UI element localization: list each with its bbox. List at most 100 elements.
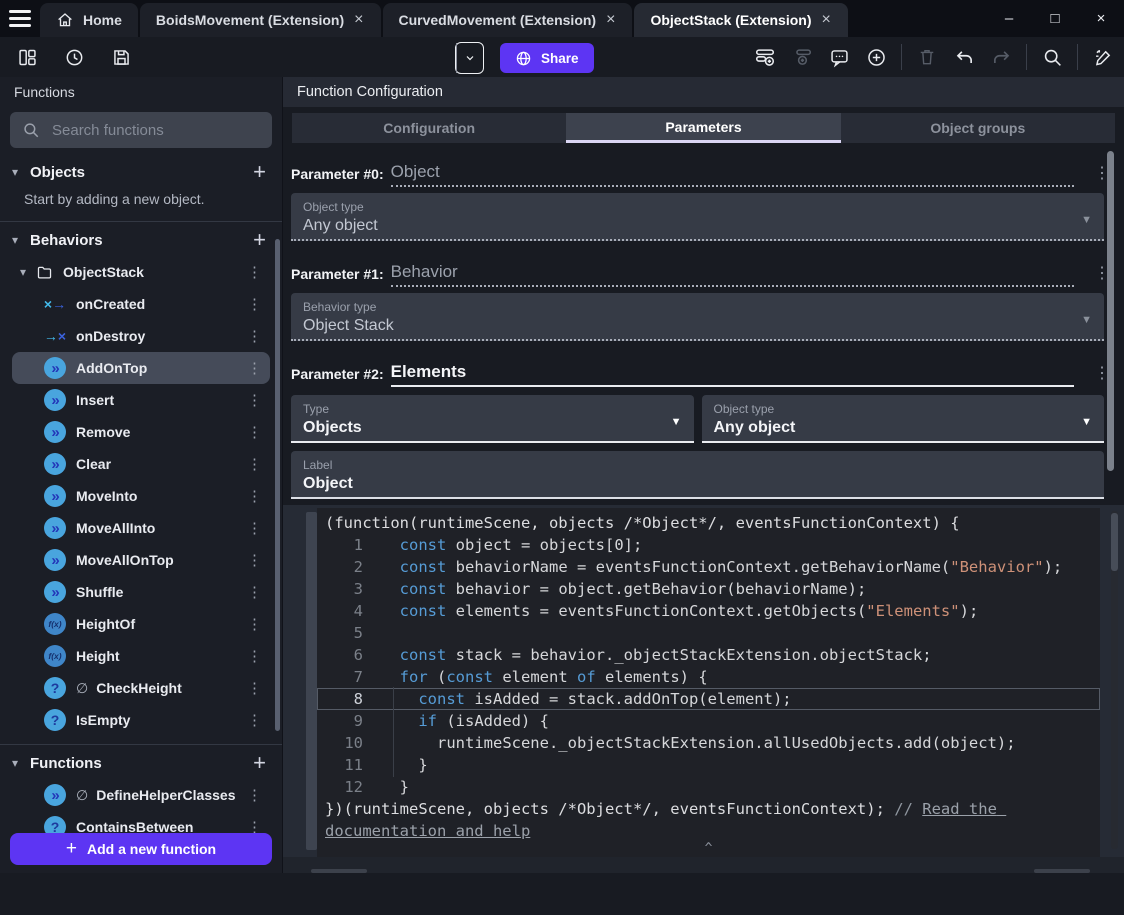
behaviors-expander-icon[interactable]: ▾ (8, 233, 22, 247)
add-object-button[interactable]: + (253, 161, 266, 183)
save-icon[interactable] (106, 42, 136, 72)
tree-item-objectstack[interactable]: ▾ ObjectStack ⋮ (12, 256, 270, 288)
undo-icon[interactable] (949, 42, 979, 72)
tab-boidsmovement-extension[interactable]: BoidsMovement (Extension) × (139, 3, 381, 37)
tree-item-height[interactable]: f(x) Height ⋮ (12, 640, 270, 672)
parameter-2-objecttype-select[interactable]: Object type Any object ▼ (701, 395, 1104, 443)
editor-scrollbar-thumb[interactable] (1111, 513, 1118, 571)
item-menu-icon[interactable]: ⋮ (247, 391, 262, 409)
code-line-8[interactable]: 8 const isAdded = stack.addOnTop(element… (317, 687, 1100, 711)
panels-layout-icon[interactable] (12, 42, 42, 72)
item-menu-icon[interactable]: ⋮ (247, 327, 262, 345)
collapse-editor-handle[interactable]: ^ (317, 842, 1100, 857)
parameter-2-type-select[interactable]: Type Objects ▼ (291, 395, 694, 443)
code-line-3[interactable]: 3 const behavior = object.getBehavior(be… (317, 578, 1100, 600)
tree-item-moveallinto[interactable]: » MoveAllInto ⋮ (12, 512, 270, 544)
item-menu-icon[interactable]: ⋮ (247, 711, 262, 729)
code-line-9[interactable]: 9 if (isAdded) { (317, 709, 1100, 733)
tree-item-definehelperclasses[interactable]: » ∅ DefineHelperClasses ⋮ (12, 779, 270, 811)
tree-item-insert[interactable]: » Insert ⋮ (12, 384, 270, 416)
code-line-4[interactable]: 4 const elements = eventsFunctionContext… (317, 600, 1100, 622)
redo-icon[interactable] (986, 42, 1016, 72)
code-line-11[interactable]: 11 } (317, 753, 1100, 777)
code-line-2[interactable]: 2 const behaviorName = eventsFunctionCon… (317, 556, 1100, 578)
preview-dropdown-button[interactable] (456, 43, 483, 73)
functions-expander-icon[interactable]: ▾ (8, 756, 22, 770)
objects-expander-icon[interactable]: ▾ (8, 165, 22, 179)
tree-item-clear[interactable]: » Clear ⋮ (12, 448, 270, 480)
preview-button[interactable]: Preview (455, 42, 1124, 915)
tree-item-shuffle[interactable]: » Shuffle ⋮ (12, 576, 270, 608)
share-button[interactable]: Share (500, 43, 594, 73)
code-line-10[interactable]: 10 runtimeScene._objectStackExtension.al… (317, 731, 1100, 755)
tree-item-oncreated[interactable]: × → onCreated ⋮ (12, 288, 270, 320)
delete-icon[interactable] (912, 42, 942, 72)
code-line-6[interactable]: 6 const stack = behavior._objectStackExt… (317, 644, 1100, 666)
tab-curvedmovement-extension[interactable]: CurvedMovement (Extension) × (382, 3, 633, 37)
expander-icon[interactable]: ▾ (16, 265, 30, 279)
maximize-button[interactable]: □ (1032, 0, 1078, 37)
item-menu-icon[interactable]: ⋮ (247, 263, 262, 281)
close-window-button[interactable]: × (1078, 0, 1124, 37)
search-icon[interactable] (1037, 42, 1067, 72)
parameter-1-name-input[interactable]: Behavior (390, 262, 1074, 287)
add-behavior-button[interactable]: + (253, 229, 266, 251)
sidebar-scrollbar[interactable] (275, 239, 280, 731)
parameter-2-name-input[interactable]: Elements (390, 362, 1074, 387)
item-menu-icon[interactable]: ⋮ (247, 359, 262, 377)
tree-item-remove[interactable]: » Remove ⋮ (12, 416, 270, 448)
parameter-0-type-select[interactable]: Object type Any object ▼ (291, 193, 1104, 241)
add-comment-icon[interactable] (824, 42, 854, 72)
select-value: Object Stack (303, 317, 394, 334)
item-menu-icon[interactable]: ⋮ (247, 455, 262, 473)
tab-objectstack-extension[interactable]: ObjectStack (Extension) × (634, 3, 848, 37)
event-drag-handle[interactable] (306, 512, 317, 850)
add-free-function-button[interactable]: + (253, 752, 266, 774)
panel-tab-configuration[interactable]: Configuration (292, 113, 566, 143)
tree-item-heightof[interactable]: f(x) HeightOf ⋮ (12, 608, 270, 640)
panel-tab-parameters[interactable]: Parameters (566, 113, 841, 143)
parameter-0-name-input[interactable]: Object (390, 162, 1074, 187)
code-line-12[interactable]: 12 } (317, 776, 1100, 798)
add-circle-icon[interactable] (861, 42, 891, 72)
tree-item-moveinto[interactable]: » MoveInto ⋮ (12, 480, 270, 512)
panel-tab-object-groups[interactable]: Object groups (841, 113, 1115, 143)
lifecycle-destroy-icon: → × (43, 328, 67, 344)
panel-tabs: Configuration Parameters Object groups (292, 113, 1115, 143)
item-menu-icon[interactable]: ⋮ (247, 679, 262, 697)
main-menu-icon[interactable] (0, 0, 40, 37)
add-event-icon[interactable] (750, 42, 780, 72)
item-menu-icon[interactable]: ⋮ (247, 615, 262, 633)
tab-close-icon[interactable]: × (605, 12, 616, 28)
code-line-1[interactable]: 1 const object = objects[0]; (317, 534, 1100, 556)
add-new-function-button[interactable]: + Add a new function (10, 833, 272, 865)
parameter-1-type-select[interactable]: Behavior type Object Stack ▼ (291, 293, 1104, 341)
code-line-7[interactable]: 7 for (const element of elements) { (317, 666, 1100, 688)
code-line-5[interactable]: 5 (317, 622, 1100, 644)
item-menu-icon[interactable]: ⋮ (247, 647, 262, 665)
edit-pen-icon[interactable] (1088, 42, 1118, 72)
item-menu-icon[interactable]: ⋮ (247, 519, 262, 537)
parameters-scrollbar[interactable] (1107, 151, 1114, 471)
item-menu-icon[interactable]: ⋮ (247, 583, 262, 601)
tree-item-addontop[interactable]: » AddOnTop ⋮ (12, 352, 270, 384)
tab-home[interactable]: Home (40, 3, 138, 37)
javascript-code-editor[interactable]: (function(runtimeScene, objects /*Object… (317, 508, 1100, 857)
item-menu-icon[interactable]: ⋮ (247, 487, 262, 505)
history-icon[interactable] (59, 42, 89, 72)
search-box[interactable] (10, 112, 272, 148)
tree-item-isempty[interactable]: ? IsEmpty ⋮ (12, 704, 270, 736)
tree-item-checkheight[interactable]: ? ∅ CheckHeight ⋮ (12, 672, 270, 704)
item-menu-icon[interactable]: ⋮ (247, 551, 262, 569)
item-menu-icon[interactable]: ⋮ (247, 786, 262, 804)
tree-item-ondestroy[interactable]: → × onDestroy ⋮ (12, 320, 270, 352)
tab-close-icon[interactable]: × (820, 12, 831, 28)
tree-item-moveallontop[interactable]: » MoveAllOnTop ⋮ (12, 544, 270, 576)
item-menu-icon[interactable]: ⋮ (247, 295, 262, 313)
item-menu-icon[interactable]: ⋮ (247, 423, 262, 441)
minimize-button[interactable]: – (986, 0, 1032, 37)
tab-close-icon[interactable]: × (353, 12, 364, 28)
parameter-2-label-field[interactable]: Label Object (291, 451, 1104, 499)
add-subevent-icon[interactable] (787, 42, 817, 72)
search-input[interactable] (50, 120, 260, 140)
